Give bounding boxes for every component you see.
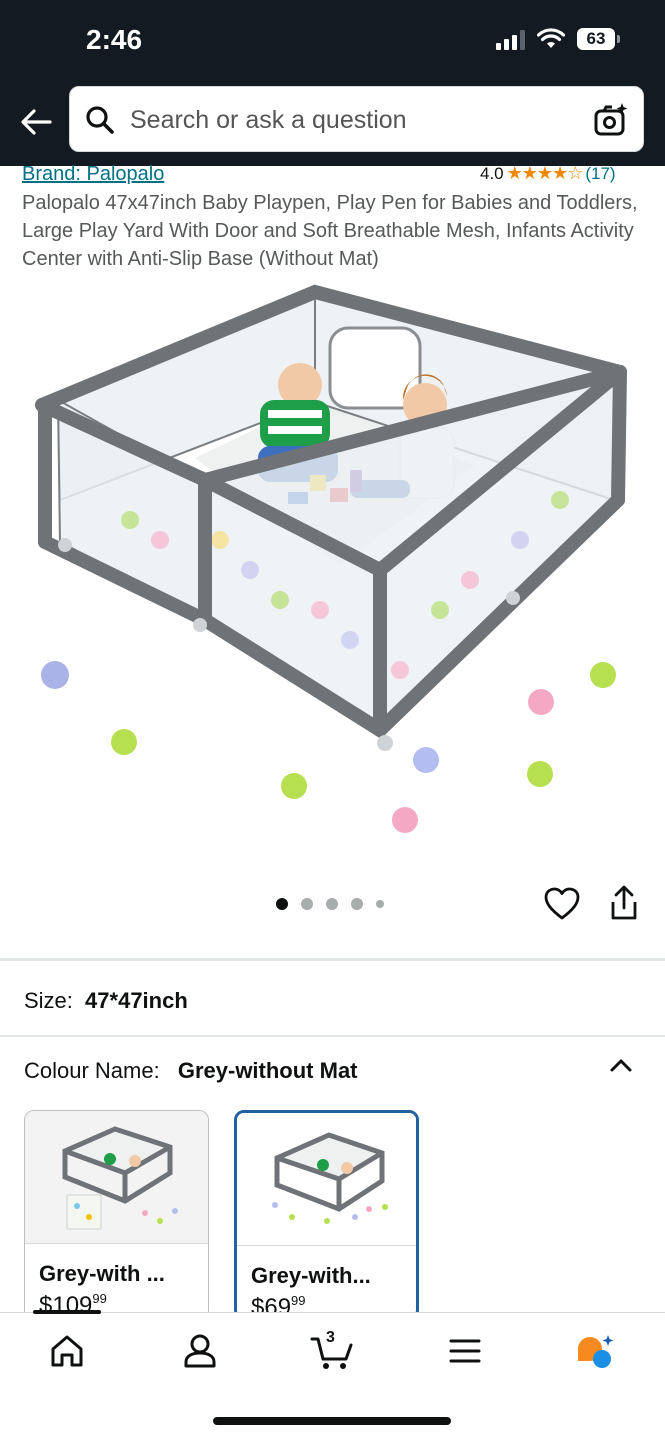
- header: [0, 84, 665, 166]
- wifi-icon: [537, 28, 565, 48]
- rating-value: 4.0: [480, 163, 504, 183]
- pagination-dot[interactable]: [351, 898, 363, 910]
- home-icon[interactable]: [47, 1331, 87, 1371]
- camera-search-icon[interactable]: [593, 102, 629, 138]
- search-bar[interactable]: [69, 86, 644, 152]
- product-rating[interactable]: 4.0 ★★★★☆ (17): [480, 163, 616, 184]
- swatch-thumbnail: [25, 1111, 208, 1243]
- rating-count[interactable]: (17): [585, 164, 615, 184]
- bottom-navigation: 3: [0, 1310, 665, 1440]
- heart-icon[interactable]: [544, 887, 580, 921]
- swatch-name: Grey-with...: [251, 1263, 371, 1288]
- price-cents: 99: [92, 1291, 107, 1306]
- section-divider: [0, 958, 665, 961]
- brand-link[interactable]: Brand: Palopalo: [22, 163, 164, 186]
- image-pagination[interactable]: [276, 898, 384, 910]
- status-bar: 2:46 63: [0, 0, 665, 84]
- pagination-dot[interactable]: [301, 898, 313, 910]
- swatch-thumbnail: [237, 1113, 416, 1245]
- battery-icon: 63: [577, 28, 620, 50]
- search-input[interactable]: [128, 101, 572, 139]
- pagination-dot[interactable]: [276, 898, 288, 910]
- share-icon[interactable]: [606, 884, 642, 922]
- rufus-assistant-icon[interactable]: [574, 1331, 614, 1371]
- pagination-dot[interactable]: [376, 900, 384, 908]
- colour-selector-header[interactable]: Colour Name: Grey-without Mat: [24, 1058, 358, 1084]
- cell-signal-icon: [496, 28, 525, 50]
- product-title: Palopalo 47x47inch Baby Playpen, Play Pe…: [22, 192, 638, 270]
- cart-badge: 3: [326, 1329, 335, 1346]
- swatch-name: Grey-with ...: [39, 1261, 165, 1286]
- account-icon[interactable]: [180, 1331, 220, 1371]
- size-label: Size:: [24, 988, 73, 1013]
- section-divider: [0, 1035, 665, 1037]
- star-rating-icon: ★★★★☆: [506, 163, 584, 183]
- search-icon: [86, 106, 114, 134]
- colour-option-grey-with-mat[interactable]: Grey-with ... $10999: [24, 1110, 209, 1320]
- price-cents: 99: [291, 1293, 306, 1308]
- menu-icon[interactable]: [445, 1331, 485, 1371]
- chevron-up-icon[interactable]: [604, 1050, 638, 1080]
- swatch-divider: [25, 1243, 208, 1244]
- back-arrow-icon[interactable]: [16, 102, 56, 142]
- colour-option-grey-without-mat[interactable]: Grey-with... $6999: [234, 1110, 419, 1320]
- swatch-divider: [237, 1245, 416, 1246]
- size-value: 47*47inch: [85, 988, 188, 1013]
- home-indicator: [213, 1417, 451, 1425]
- colour-value: Grey-without Mat: [177, 1058, 358, 1083]
- colour-label: Colour Name:: [24, 1058, 160, 1083]
- pagination-dot[interactable]: [326, 898, 338, 910]
- battery-level: 63: [586, 29, 606, 48]
- size-selector[interactable]: Size: 47*47inch: [24, 988, 188, 1014]
- product-image[interactable]: [20, 280, 645, 850]
- status-time: 2:46: [86, 24, 143, 55]
- active-tab-indicator: [33, 1310, 101, 1314]
